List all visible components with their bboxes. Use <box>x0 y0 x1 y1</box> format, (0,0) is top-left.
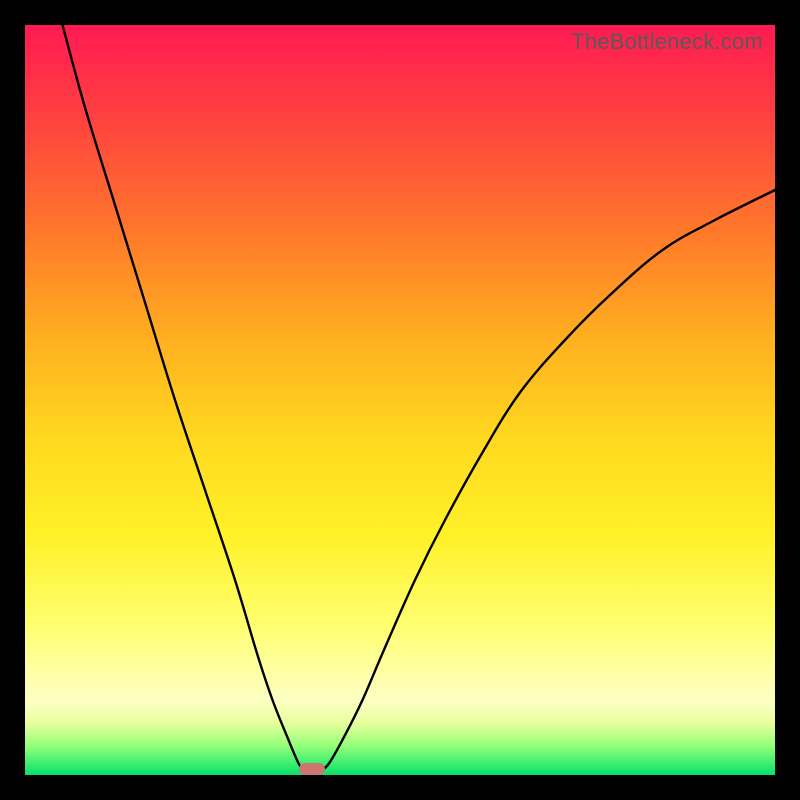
curve-right <box>320 190 775 771</box>
watermark-text: TheBottleneck.com <box>571 29 763 55</box>
curve-svg <box>25 25 775 775</box>
cusp-marker <box>299 763 325 775</box>
curve-left <box>63 25 305 771</box>
chart-frame: TheBottleneck.com <box>25 25 775 775</box>
